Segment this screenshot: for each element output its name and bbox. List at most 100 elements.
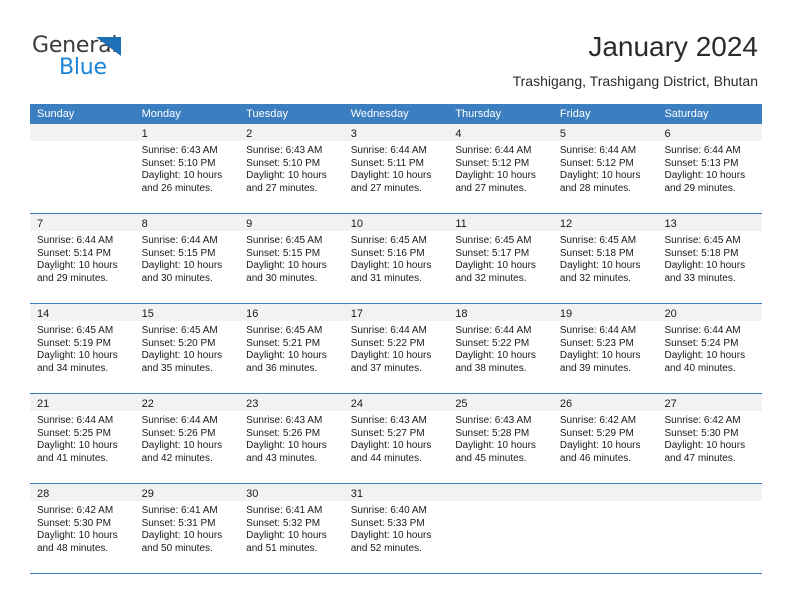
day-info-line: and 30 minutes. <box>141 272 213 284</box>
day-info-line: and 33 minutes. <box>664 272 736 284</box>
day-number-band: 16 <box>239 304 344 321</box>
day-info-line: Daylight: 10 hours <box>455 260 536 272</box>
calendar-day-cell[interactable]: 15 Sunrise: 6:45 AM Sunset: 5:20 PM Dayligh… <box>134 304 240 393</box>
day-sun-info <box>553 501 658 505</box>
calendar-day-cell[interactable]: 9 Sunrise: 6:45 AM Sunset: 5:15 PM Daylight… <box>239 214 344 303</box>
calendar-day-cell[interactable]: 4 Sunrise: 6:44 AM Sunset: 5:12 PM Daylight… <box>448 124 553 213</box>
day-info-line: Daylight: 10 hours <box>141 530 223 542</box>
day-info-line: Sunrise: 6:44 AM <box>350 325 427 336</box>
day-info-line: and 31 minutes. <box>350 272 422 284</box>
day-number-band: 30 <box>239 484 344 501</box>
weekday-header-wednesday: Wednesday <box>350 108 409 120</box>
day-info-line: Daylight: 10 hours <box>664 350 746 362</box>
calendar-week-row: 7 Sunrise: 6:44 AM Sunset: 5:14 PM Daylight… <box>30 214 763 304</box>
calendar-day-cell[interactable]: 6 Sunrise: 6:44 AM Sunset: 5:13 PM Daylight… <box>657 124 763 213</box>
day-info-line: Sunset: 5:16 PM <box>350 247 425 259</box>
day-info-line: Sunset: 5:13 PM <box>664 157 739 169</box>
calendar-day-cell[interactable]: 29 Sunrise: 6:41 AM Sunset: 5:31 PM Dayligh… <box>134 484 240 573</box>
triangle-icon <box>96 37 121 56</box>
calendar-day-cell[interactable]: 11 Sunrise: 6:45 AM Sunset: 5:17 PM Dayligh… <box>448 214 553 303</box>
day-info-line: Sunset: 5:33 PM <box>350 517 425 529</box>
day-sun-info: Sunrise: 6:44 AM Sunset: 5:22 PM Daylight:… <box>448 321 553 375</box>
calendar-day-cell[interactable]: 8 Sunrise: 6:44 AM Sunset: 5:15 PM Daylight… <box>134 214 240 303</box>
weekday-header-tuesday: Tuesday <box>246 108 288 120</box>
calendar-day-cell[interactable]: 10 Sunrise: 6:45 AM Sunset: 5:16 PM Dayligh… <box>343 214 449 303</box>
day-info-line: Sunset: 5:15 PM <box>246 247 321 259</box>
day-info-line: and 36 minutes. <box>246 362 318 374</box>
day-info-line: and 40 minutes. <box>664 362 736 374</box>
day-number: 12 <box>559 218 573 230</box>
day-info-line: and 42 minutes. <box>141 452 213 464</box>
day-info-line: Sunset: 5:18 PM <box>559 247 634 259</box>
calendar-day-cell[interactable]: 19 Sunrise: 6:44 AM Sunset: 5:23 PM Dayligh… <box>552 304 658 393</box>
day-info-line: and 39 minutes. <box>559 362 632 374</box>
calendar-day-cell[interactable]: 2 Sunrise: 6:43 AM Sunset: 5:10 PM Daylight… <box>239 124 344 213</box>
day-sun-info: Sunrise: 6:40 AM Sunset: 5:33 PM Daylight:… <box>344 501 449 555</box>
day-sun-info: Sunrise: 6:44 AM Sunset: 5:12 PM Daylight:… <box>448 141 553 195</box>
day-info-line: and 52 minutes. <box>350 542 422 554</box>
day-info-line: Sunset: 5:17 PM <box>455 247 530 259</box>
day-info-line: Sunrise: 6:45 AM <box>559 235 637 246</box>
day-info-line: Sunset: 5:26 PM <box>141 427 216 439</box>
calendar-day-cell[interactable]: 16 Sunrise: 6:45 AM Sunset: 5:21 PM Dayligh… <box>239 304 344 393</box>
calendar-day-cell[interactable]: 7 Sunrise: 6:44 AM Sunset: 5:14 PM Daylight… <box>30 214 135 303</box>
day-number: 14 <box>37 308 50 320</box>
calendar-day-cell[interactable]: 31 Sunrise: 6:40 AM Sunset: 5:33 PM Dayligh… <box>343 484 449 573</box>
day-number: 16 <box>246 308 259 320</box>
day-number: 18 <box>455 308 468 320</box>
day-info-line: and 45 minutes. <box>455 452 527 464</box>
calendar-day-cell[interactable]: 24 Sunrise: 6:43 AM Sunset: 5:27 PM Dayligh… <box>343 394 449 483</box>
day-number-band: 25 <box>448 394 553 411</box>
day-info-line: and 48 minutes. <box>37 542 109 554</box>
day-number: 30 <box>246 488 259 500</box>
day-number: 21 <box>37 398 50 410</box>
day-info-line: Daylight: 10 hours <box>350 260 432 272</box>
calendar-day-cell[interactable]: 25 Sunrise: 6:43 AM Sunset: 5:28 PM Dayligh… <box>448 394 553 483</box>
day-info-line: Sunrise: 6:43 AM <box>455 415 532 426</box>
day-sun-info: Sunrise: 6:45 AM Sunset: 5:19 PM Daylight:… <box>30 321 135 375</box>
day-sun-info: Sunrise: 6:44 AM Sunset: 5:24 PM Daylight:… <box>657 321 762 375</box>
calendar-day-cell-empty <box>552 484 658 573</box>
day-info-line: Daylight: 10 hours <box>664 260 746 272</box>
calendar-day-cell[interactable]: 1 Sunrise: 6:43 AM Sunset: 5:10 PM Daylight… <box>134 124 240 213</box>
calendar-day-cell[interactable]: 3 Sunrise: 6:44 AM Sunset: 5:11 PM Daylight… <box>343 124 449 213</box>
calendar-day-cell[interactable]: 23 Sunrise: 6:43 AM Sunset: 5:26 PM Dayligh… <box>239 394 344 483</box>
day-info-line: Sunrise: 6:44 AM <box>37 415 114 426</box>
calendar-day-cell[interactable]: 18 Sunrise: 6:44 AM Sunset: 5:22 PM Dayligh… <box>448 304 553 393</box>
calendar-day-cell[interactable]: 30 Sunrise: 6:41 AM Sunset: 5:32 PM Dayligh… <box>239 484 344 573</box>
calendar-day-cell[interactable]: 5 Sunrise: 6:44 AM Sunset: 5:12 PM Daylight… <box>552 124 658 213</box>
day-info-line: Sunrise: 6:44 AM <box>455 145 532 156</box>
day-info-line: and 44 minutes. <box>350 452 422 464</box>
day-info-line: Sunrise: 6:42 AM <box>37 505 114 516</box>
generalblue-logo[interactable]: General Blue <box>32 33 212 83</box>
day-info-line: Daylight: 10 hours <box>664 440 746 452</box>
calendar-day-cell[interactable]: 27 Sunrise: 6:42 AM Sunset: 5:30 PM Dayligh… <box>657 394 763 483</box>
calendar-day-cell[interactable]: 14 Sunrise: 6:45 AM Sunset: 5:19 PM Dayligh… <box>30 304 135 393</box>
day-number-band <box>657 484 763 501</box>
day-info-line: Sunrise: 6:45 AM <box>664 235 741 246</box>
day-sun-info: Sunrise: 6:44 AM Sunset: 5:13 PM Daylight:… <box>657 141 762 195</box>
calendar-day-cell[interactable]: 12 Sunrise: 6:45 AM Sunset: 5:18 PM Dayligh… <box>552 214 658 303</box>
day-info-line: and 43 minutes. <box>246 452 318 464</box>
day-info-line: Sunrise: 6:45 AM <box>246 325 323 336</box>
day-info-line: Sunrise: 6:42 AM <box>559 415 637 426</box>
day-number-band: 11 <box>448 214 553 231</box>
calendar-day-cell[interactable]: 21 Sunrise: 6:44 AM Sunset: 5:25 PM Dayligh… <box>30 394 135 483</box>
calendar-day-cell[interactable]: 13 Sunrise: 6:45 AM Sunset: 5:18 PM Dayligh… <box>657 214 763 303</box>
day-info-line: Sunrise: 6:44 AM <box>37 235 114 246</box>
calendar-day-cell[interactable]: 17 Sunrise: 6:44 AM Sunset: 5:22 PM Dayligh… <box>343 304 449 393</box>
day-sun-info: Sunrise: 6:41 AM Sunset: 5:32 PM Daylight:… <box>239 501 344 555</box>
day-number-band: 28 <box>30 484 135 501</box>
day-info-line: and 30 minutes. <box>246 272 318 284</box>
calendar-day-cell[interactable]: 28 Sunrise: 6:42 AM Sunset: 5:30 PM Dayligh… <box>30 484 135 573</box>
day-number: 11 <box>455 218 467 230</box>
day-sun-info: Sunrise: 6:42 AM Sunset: 5:29 PM Daylight:… <box>553 411 658 465</box>
calendar-day-cell[interactable]: 20 Sunrise: 6:44 AM Sunset: 5:24 PM Dayligh… <box>657 304 763 393</box>
day-sun-info: Sunrise: 6:42 AM Sunset: 5:30 PM Daylight:… <box>30 501 135 555</box>
day-info-line: Daylight: 10 hours <box>455 350 536 362</box>
day-info-line: and 28 minutes. <box>559 182 632 194</box>
calendar-day-cell[interactable]: 22 Sunrise: 6:44 AM Sunset: 5:26 PM Dayligh… <box>134 394 240 483</box>
day-info-line: Sunset: 5:30 PM <box>37 517 111 529</box>
calendar-day-cell[interactable]: 26 Sunrise: 6:42 AM Sunset: 5:29 PM Dayligh… <box>552 394 658 483</box>
day-info-line: Sunrise: 6:45 AM <box>350 235 427 246</box>
